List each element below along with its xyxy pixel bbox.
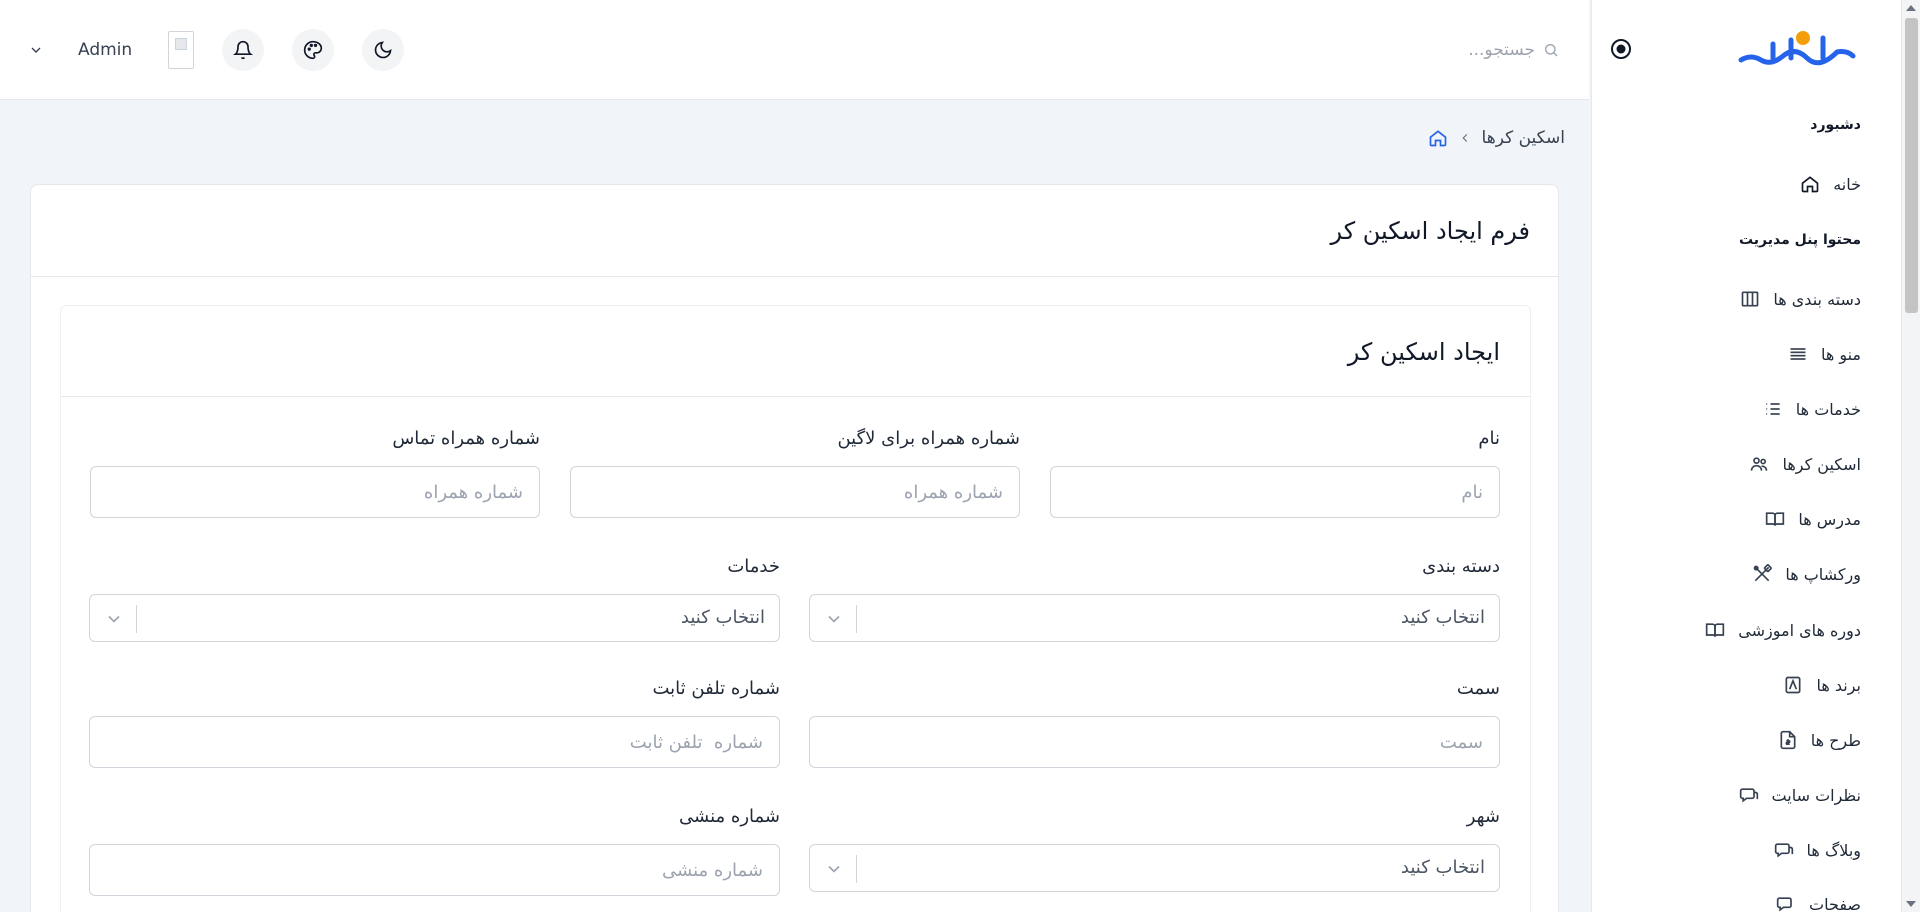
city-select[interactable]: انتخاب کنید bbox=[809, 844, 1500, 892]
sidebar-item-skincarers[interactable]: اسکین کرها bbox=[1748, 444, 1861, 484]
category-select[interactable]: انتخاب کنید bbox=[809, 594, 1500, 642]
plan-file-icon bbox=[1777, 729, 1799, 751]
search-input[interactable] bbox=[1335, 40, 1535, 60]
sidebar-section-dashboard: دشبورد bbox=[1810, 117, 1861, 133]
sidebar-item-label: وبلاگ ها bbox=[1806, 840, 1861, 860]
services-label: خدمات bbox=[727, 556, 780, 577]
sidebar-item-services[interactable]: خدمات ها bbox=[1762, 389, 1861, 429]
search-box[interactable] bbox=[1319, 30, 1559, 70]
comments-icon bbox=[1738, 784, 1760, 806]
divider bbox=[61, 396, 1530, 397]
landline-label: شماره تلفن ثابت bbox=[652, 678, 781, 699]
sidebar-item-label: اسکین کرها bbox=[1782, 454, 1861, 474]
sidebar-toggle-radio-icon[interactable] bbox=[1610, 38, 1632, 60]
sidebar-section-content: محتوا پنل مدیریت bbox=[1738, 232, 1861, 248]
sidebar-item-label: دوره های اموزشی bbox=[1738, 620, 1861, 640]
city-label: شهر bbox=[1466, 806, 1500, 827]
form-title: ایجاد اسکین کر bbox=[1347, 338, 1500, 366]
bell-icon bbox=[233, 40, 254, 60]
avatar[interactable] bbox=[168, 31, 195, 69]
tools-icon bbox=[1751, 563, 1773, 585]
sidebar-item-courses[interactable]: دوره های اموزشی bbox=[1704, 610, 1861, 650]
select-divider bbox=[856, 605, 857, 633]
sidebar-item-pages[interactable]: صفحات bbox=[1775, 884, 1861, 912]
home-icon bbox=[1799, 173, 1821, 195]
sidebar-item-label: طرح ها bbox=[1810, 730, 1861, 750]
header-actions: Admin bbox=[28, 29, 405, 71]
chevron-down-icon[interactable] bbox=[104, 609, 124, 629]
secretary-phone-label: شماره منشی bbox=[679, 806, 780, 827]
users-icon bbox=[1748, 453, 1770, 475]
book-open-icon bbox=[1704, 619, 1726, 641]
sidebar-item-menus[interactable]: منو ها bbox=[1787, 334, 1861, 374]
city-select-value: انتخاب کنید bbox=[1400, 857, 1485, 878]
theme-palette-button[interactable] bbox=[292, 29, 335, 71]
sidebar: دشبورد خانه محتوا پنل مدیریت دسته بندی ه… bbox=[1591, 0, 1901, 912]
columns-icon bbox=[1739, 288, 1761, 310]
list-icon bbox=[1762, 398, 1784, 420]
dark-mode-button[interactable] bbox=[362, 29, 405, 71]
category-label: دسته بندی bbox=[1422, 556, 1500, 577]
sidebar-item-blogs[interactable]: وبلاگ ها bbox=[1773, 830, 1861, 870]
sidebar-item-label: خدمات ها bbox=[1795, 399, 1861, 419]
position-label: سمت bbox=[1456, 678, 1500, 699]
sidebar-item-label: دسته بندی ها bbox=[1773, 289, 1861, 309]
sidebar-item-label: صفحات bbox=[1809, 894, 1861, 912]
menu-lines-icon bbox=[1787, 343, 1809, 365]
scrollbar-thumb[interactable] bbox=[1905, 18, 1918, 313]
name-field[interactable] bbox=[1050, 466, 1500, 518]
services-select-value: انتخاب کنید bbox=[680, 607, 765, 628]
page-title: فرم ایجاد اسکین کر bbox=[1330, 217, 1530, 245]
sidebar-item-label: خانه bbox=[1833, 174, 1861, 194]
select-divider bbox=[136, 605, 137, 633]
select-divider bbox=[856, 855, 857, 883]
blog-icon bbox=[1773, 839, 1795, 861]
secretary-phone-field[interactable] bbox=[89, 844, 780, 896]
name-label: نام bbox=[1478, 428, 1500, 449]
category-select-value: انتخاب کنید bbox=[1400, 607, 1485, 628]
pages-icon bbox=[1775, 893, 1797, 912]
sidebar-item-brands[interactable]: برند ها bbox=[1782, 665, 1861, 705]
services-select[interactable]: انتخاب کنید bbox=[89, 594, 780, 642]
landline-field[interactable] bbox=[89, 716, 780, 768]
scroll-up-arrow-icon[interactable] bbox=[1906, 5, 1916, 11]
divider bbox=[31, 276, 1558, 277]
contact-phone-label: شماره همراه تماس bbox=[392, 428, 540, 449]
scroll-down-arrow-icon[interactable] bbox=[1906, 901, 1916, 907]
book-icon bbox=[1764, 508, 1786, 530]
sidebar-item-label: منو ها bbox=[1820, 344, 1861, 364]
page-scrollbar[interactable] bbox=[1901, 0, 1920, 912]
notifications-button[interactable] bbox=[222, 29, 265, 71]
brand-icon bbox=[1782, 674, 1804, 696]
admin-name[interactable]: Admin bbox=[78, 40, 132, 60]
chevron-down-icon[interactable] bbox=[824, 609, 844, 629]
sidebar-item-home[interactable]: خانه bbox=[1799, 164, 1861, 204]
sidebar-item-label: نظرات سایت bbox=[1771, 785, 1861, 805]
breadcrumb: اسکین کرها bbox=[1428, 128, 1565, 148]
chevron-down-icon[interactable] bbox=[824, 859, 844, 879]
palette-icon bbox=[304, 40, 323, 60]
breadcrumb-current[interactable]: اسکین کرها bbox=[1482, 128, 1565, 148]
login-phone-label: شماره همراه برای لاگین bbox=[837, 428, 1020, 449]
contact-phone-field[interactable] bbox=[90, 466, 540, 518]
home-icon[interactable] bbox=[1428, 128, 1448, 148]
sidebar-item-label: مدرس ها bbox=[1798, 509, 1861, 529]
sidebar-item-label: ورکشاپ ها bbox=[1785, 564, 1861, 584]
chevron-down-icon[interactable] bbox=[28, 42, 44, 58]
logo[interactable] bbox=[1733, 24, 1861, 72]
sidebar-item-teachers[interactable]: مدرس ها bbox=[1764, 499, 1861, 539]
sidebar-item-site-comments[interactable]: نظرات سایت bbox=[1738, 775, 1861, 815]
moon-icon bbox=[374, 41, 392, 59]
chevron-left-icon bbox=[1458, 131, 1472, 145]
sidebar-item-workshops[interactable]: ورکشاپ ها bbox=[1751, 554, 1861, 594]
sidebar-item-label: برند ها bbox=[1816, 675, 1861, 695]
form-card: ایجاد اسکین کر نام شماره همراه برای لاگی… bbox=[60, 305, 1531, 912]
main-card: فرم ایجاد اسکین کر ایجاد اسکین کر نام شم… bbox=[30, 184, 1559, 912]
sidebar-item-categories[interactable]: دسته بندی ها bbox=[1739, 279, 1861, 319]
top-header: Admin bbox=[0, 0, 1589, 100]
sidebar-item-plans[interactable]: طرح ها bbox=[1777, 720, 1861, 760]
position-field[interactable] bbox=[809, 716, 1500, 768]
search-icon bbox=[1545, 44, 1558, 57]
login-phone-field[interactable] bbox=[570, 466, 1020, 518]
